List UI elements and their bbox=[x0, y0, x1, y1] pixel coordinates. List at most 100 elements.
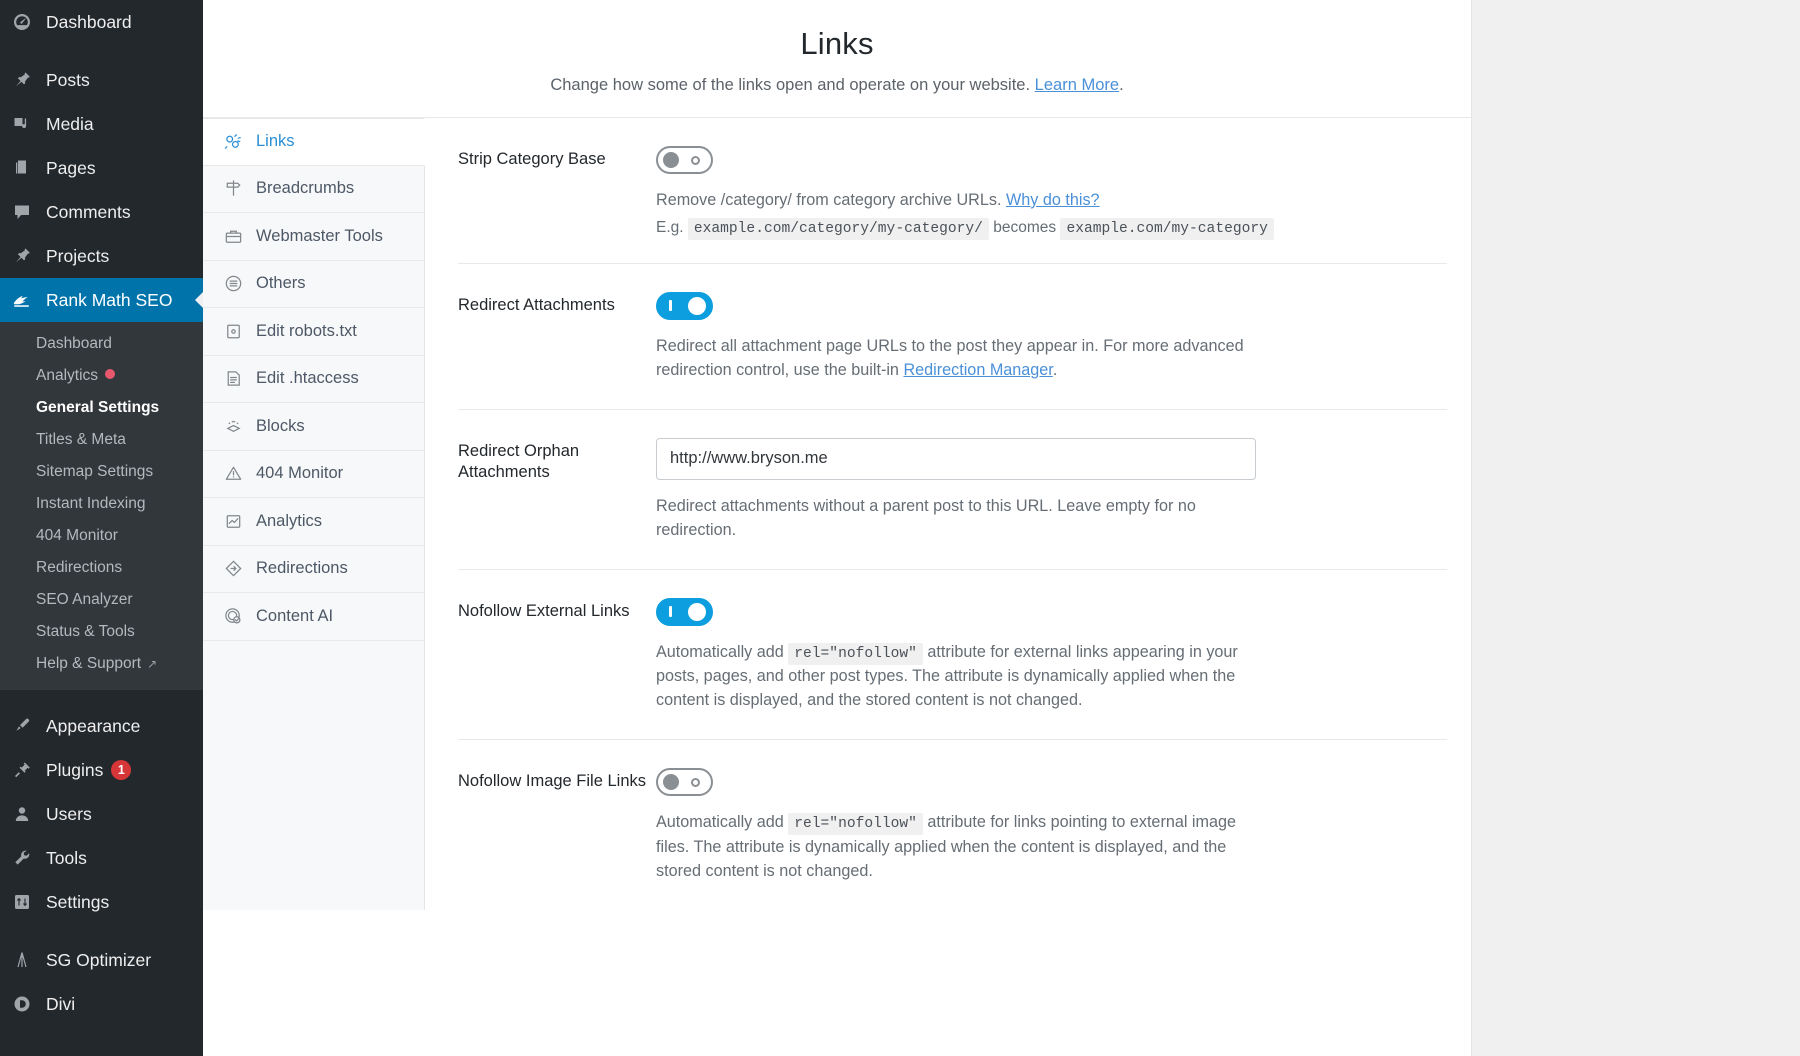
rank-math-submenu: Dashboard Analytics General Settings Tit… bbox=[0, 322, 203, 690]
settings-icon bbox=[12, 892, 44, 912]
divi-icon bbox=[12, 994, 44, 1014]
submenu-item-analytics[interactable]: Analytics bbox=[0, 360, 203, 392]
toggle-off-mark-icon bbox=[691, 156, 700, 165]
tab-breadcrumbs[interactable]: Breadcrumbs bbox=[203, 166, 424, 214]
rel-nofollow-code: rel="nofollow" bbox=[788, 813, 923, 835]
sidebar-label: Divi bbox=[46, 994, 75, 1015]
example-url-to: example.com/my-category bbox=[1060, 218, 1273, 240]
submenu-item-dashboard[interactable]: Dashboard bbox=[0, 328, 203, 360]
tab-redirections[interactable]: Redirections bbox=[203, 546, 424, 594]
sidebar-bottom-group: Appearance Plugins 1 Users Tools Setti bbox=[0, 704, 203, 924]
sidebar-label: Appearance bbox=[46, 716, 140, 737]
why-do-this-link[interactable]: Why do this? bbox=[1006, 191, 1100, 209]
redirect-orphan-attachments-input[interactable] bbox=[656, 438, 1256, 480]
active-arrow-indicator bbox=[195, 291, 203, 309]
description-text-end: . bbox=[1053, 361, 1058, 379]
sidebar-item-posts[interactable]: Posts bbox=[0, 58, 203, 102]
submenu-item-404-monitor[interactable]: 404 Monitor bbox=[0, 520, 203, 552]
setting-field: Redirect attachments without a parent po… bbox=[656, 438, 1447, 543]
submenu-item-redirections[interactable]: Redirections bbox=[0, 552, 203, 584]
submenu-item-seo-analyzer[interactable]: SEO Analyzer bbox=[0, 584, 203, 616]
chart-icon bbox=[223, 511, 254, 532]
setting-nofollow-image-file-links: Nofollow Image File Links Automatically … bbox=[458, 740, 1447, 910]
sidebar-item-comments[interactable]: Comments bbox=[0, 190, 203, 234]
tab-others[interactable]: Others bbox=[203, 261, 424, 309]
sidebar-item-sg-optimizer[interactable]: SG Optimizer bbox=[0, 938, 203, 982]
sidebar-label: SG Optimizer bbox=[46, 950, 151, 971]
tab-label: Content AI bbox=[256, 607, 333, 626]
sidebar-item-tools[interactable]: Tools bbox=[0, 836, 203, 880]
page-subtitle-text: Change how some of the links open and op… bbox=[550, 76, 1030, 94]
sidebar-item-media[interactable]: Media bbox=[0, 102, 203, 146]
submenu-item-general-settings[interactable]: General Settings bbox=[0, 392, 203, 424]
panel-body: Links Breadcrumbs bbox=[203, 118, 1471, 910]
submenu-item-status-tools[interactable]: Status & Tools bbox=[0, 616, 203, 648]
pin-icon bbox=[12, 246, 44, 266]
plugins-update-badge: 1 bbox=[111, 760, 131, 780]
page-header: Links Change how some of the links open … bbox=[203, 0, 1471, 118]
submenu-label: Dashboard bbox=[36, 335, 112, 352]
page-title: Links bbox=[203, 26, 1471, 62]
setting-nofollow-external-links: Nofollow External Links Automatically ad… bbox=[458, 570, 1447, 741]
description-text-1: Automatically add bbox=[656, 643, 788, 661]
sidebar-item-projects[interactable]: Projects bbox=[0, 234, 203, 278]
tab-edit-htaccess[interactable]: Edit .htaccess bbox=[203, 356, 424, 404]
pin-icon bbox=[12, 70, 44, 90]
nofollow-image-file-links-toggle[interactable] bbox=[656, 768, 713, 796]
sidebar-item-dashboard[interactable]: Dashboard bbox=[0, 0, 203, 44]
sidebar-item-users[interactable]: Users bbox=[0, 792, 203, 836]
submenu-label: Sitemap Settings bbox=[36, 463, 153, 480]
document-icon bbox=[223, 368, 254, 389]
tab-label: Others bbox=[256, 274, 306, 293]
submenu-label: Status & Tools bbox=[36, 623, 135, 640]
tab-content-ai[interactable]: Content AI bbox=[203, 593, 424, 641]
sidebar-label: Pages bbox=[46, 158, 96, 179]
tab-blocks[interactable]: Blocks bbox=[203, 403, 424, 451]
sidebar-item-plugins[interactable]: Plugins 1 bbox=[0, 748, 203, 792]
description-text-1: Automatically add bbox=[656, 813, 788, 831]
page-subtitle: Change how some of the links open and op… bbox=[203, 76, 1471, 95]
tab-analytics[interactable]: Analytics bbox=[203, 498, 424, 546]
tab-404-monitor[interactable]: 404 Monitor bbox=[203, 451, 424, 499]
setting-label: Strip Category Base bbox=[458, 146, 656, 170]
sidebar-item-appearance[interactable]: Appearance bbox=[0, 704, 203, 748]
redirect-attachments-toggle[interactable] bbox=[656, 292, 713, 320]
toggle-knob bbox=[663, 774, 679, 790]
setting-description: Automatically add rel="nofollow" attribu… bbox=[656, 811, 1256, 884]
plug-icon bbox=[12, 760, 44, 780]
submenu-label: 404 Monitor bbox=[36, 527, 118, 544]
strip-category-base-toggle[interactable] bbox=[656, 146, 713, 174]
wrench-icon bbox=[12, 848, 44, 868]
signpost-icon bbox=[223, 178, 254, 199]
user-icon bbox=[12, 804, 44, 824]
setting-description: Automatically add rel="nofollow" attribu… bbox=[656, 641, 1256, 714]
sidebar-item-rank-math-seo[interactable]: Rank Math SEO bbox=[0, 278, 203, 322]
pages-icon bbox=[12, 158, 44, 178]
setting-field: Automatically add rel="nofollow" attribu… bbox=[656, 598, 1447, 714]
external-link-icon: ↗ bbox=[147, 657, 157, 671]
tab-links[interactable]: Links bbox=[203, 118, 425, 166]
nofollow-external-links-toggle[interactable] bbox=[656, 598, 713, 626]
toggle-knob bbox=[663, 152, 679, 168]
sidebar-divider bbox=[0, 690, 203, 704]
sidebar-item-pages[interactable]: Pages bbox=[0, 146, 203, 190]
tab-edit-robots-txt[interactable]: Edit robots.txt bbox=[203, 308, 424, 356]
blocks-icon bbox=[223, 416, 254, 437]
submenu-item-help-support[interactable]: Help & Support↗ bbox=[0, 648, 203, 680]
tab-webmaster-tools[interactable]: Webmaster Tools bbox=[203, 213, 424, 261]
example-prefix: E.g. bbox=[656, 219, 684, 236]
learn-more-link[interactable]: Learn More bbox=[1035, 76, 1119, 94]
sidebar-label: Plugins bbox=[46, 760, 103, 781]
sidebar-item-divi[interactable]: Divi bbox=[0, 982, 203, 1026]
sidebar-item-settings[interactable]: Settings bbox=[0, 880, 203, 924]
toggle-knob bbox=[688, 603, 706, 621]
sidebar-top-group: Dashboard Posts Media Pages Comment bbox=[0, 0, 203, 278]
example-url-from: example.com/category/my-category/ bbox=[688, 218, 989, 240]
tab-label: Redirections bbox=[256, 559, 348, 578]
redirection-manager-link[interactable]: Redirection Manager bbox=[903, 361, 1052, 379]
submenu-item-instant-indexing[interactable]: Instant Indexing bbox=[0, 488, 203, 520]
sg-optimizer-icon bbox=[12, 950, 44, 970]
submenu-item-sitemap-settings[interactable]: Sitemap Settings bbox=[0, 456, 203, 488]
submenu-item-titles-meta[interactable]: Titles & Meta bbox=[0, 424, 203, 456]
sidebar-label: Rank Math SEO bbox=[46, 290, 172, 311]
